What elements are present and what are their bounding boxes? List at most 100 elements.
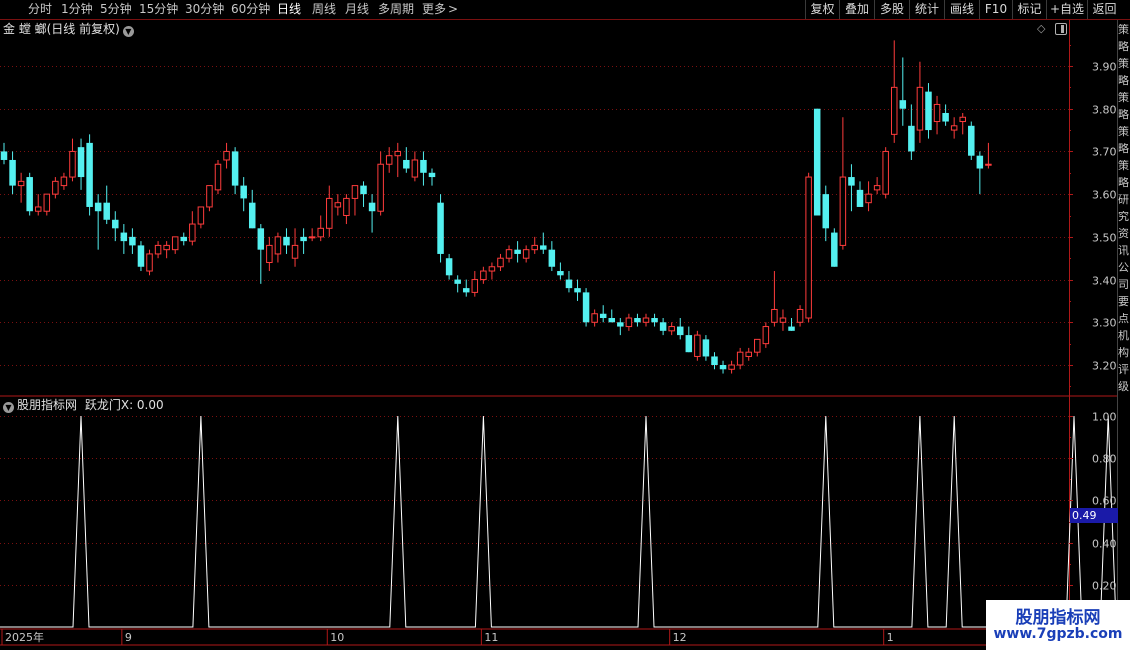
chevron-down-icon[interactable]: ▼ bbox=[3, 402, 14, 413]
time-tick-label: 10 bbox=[330, 631, 344, 644]
side-panel-char: 略 bbox=[1118, 143, 1129, 155]
candle-body-up bbox=[189, 223, 196, 242]
candle-body-down bbox=[711, 356, 718, 365]
candle-body-up bbox=[291, 244, 299, 259]
candle-body-down bbox=[617, 322, 624, 327]
candle-body-down bbox=[454, 279, 461, 284]
candle-body-up bbox=[728, 364, 735, 370]
time-axis: 2025年 9 10 11 12 1 bbox=[1, 629, 894, 645]
candle-body-up bbox=[762, 326, 770, 345]
candle-body-up bbox=[343, 197, 350, 217]
time-tick-label: 11 bbox=[484, 631, 498, 644]
side-panel-strip[interactable]: 策略策略策略策略策略研究资讯公司要点机构评级 bbox=[1118, 20, 1130, 632]
watermark-url: www.7gpzb.com bbox=[993, 626, 1123, 642]
candle-body-up bbox=[223, 150, 230, 161]
watermark-logo: 股朋指标网 www.7gpzb.com bbox=[986, 600, 1130, 650]
candle-body-up bbox=[531, 244, 538, 251]
candle-body-down bbox=[368, 202, 376, 212]
candle-body-up bbox=[916, 86, 924, 131]
side-panel-char: 级 bbox=[1118, 381, 1129, 393]
candle-body-down bbox=[86, 142, 93, 207]
cursor-value: 0.49 bbox=[1072, 509, 1097, 522]
candle-body-down bbox=[676, 326, 684, 336]
indicator-name: 股朋指标网 bbox=[17, 398, 78, 412]
candle-body-up bbox=[882, 150, 889, 195]
candle-body-up bbox=[377, 163, 384, 212]
indicator-line bbox=[0, 415, 1117, 628]
side-panel-char: 点 bbox=[1118, 313, 1129, 325]
candle-body-down bbox=[94, 202, 102, 212]
price-tick-label: 3.90 bbox=[1092, 61, 1117, 74]
time-tick-label: 12 bbox=[673, 631, 687, 644]
price-tick-label: 3.80 bbox=[1092, 104, 1117, 117]
side-panel-char: 公 bbox=[1118, 262, 1129, 274]
panel-toggle-icon[interactable] bbox=[1055, 23, 1067, 35]
candle-body-up bbox=[394, 150, 402, 157]
candle-body-down bbox=[788, 326, 795, 331]
price-tick-label: 3.70 bbox=[1092, 146, 1117, 159]
candle-body-up bbox=[933, 103, 941, 123]
candle-body-down bbox=[599, 313, 607, 319]
side-panel-char: 机 bbox=[1118, 330, 1129, 342]
chart-diamond-icon[interactable]: ◇ bbox=[1037, 22, 1045, 35]
candle-body-up bbox=[171, 236, 179, 251]
candle-body-down bbox=[9, 159, 16, 186]
candle-body-down bbox=[540, 245, 547, 250]
candle-body-down bbox=[899, 100, 907, 109]
candle-body-down bbox=[437, 202, 444, 254]
indicator-tick-label: 0.60 bbox=[1092, 495, 1117, 508]
candle-body-up bbox=[591, 313, 598, 323]
candle-body-up bbox=[736, 351, 744, 366]
candle-body-down bbox=[403, 159, 410, 169]
candle-body-down bbox=[702, 339, 710, 357]
candle-body-up bbox=[505, 249, 513, 259]
price-tick-label: 3.60 bbox=[1092, 189, 1117, 202]
side-panel-char: 策 bbox=[1118, 58, 1129, 70]
side-panel-char: 研 bbox=[1118, 194, 1129, 206]
candle-body-up bbox=[274, 236, 282, 255]
side-panel-char: 略 bbox=[1118, 177, 1129, 189]
candle-body-down bbox=[848, 177, 855, 186]
candle-body-up bbox=[52, 180, 59, 195]
candle-body-up bbox=[308, 236, 316, 239]
candle-body-up bbox=[334, 202, 342, 208]
candle-body-up bbox=[154, 244, 162, 255]
candle-body-up bbox=[745, 351, 752, 357]
side-panel-char: 策 bbox=[1118, 126, 1129, 138]
candle-body-up bbox=[69, 150, 76, 178]
chevron-down-icon[interactable]: ▼ bbox=[122, 26, 134, 37]
candle-body-down bbox=[120, 232, 128, 242]
side-panel-char: 策 bbox=[1118, 24, 1129, 36]
chart-canvas[interactable]: 3.20 3.30 3.40 3.50 3.60 3.70 3.80 3.90 0.20 0.40… bbox=[0, 0, 1130, 650]
candlestick-series bbox=[0, 40, 992, 374]
candle-body-down bbox=[137, 245, 145, 267]
candle-body-down bbox=[26, 177, 33, 212]
time-tick-label: 1 bbox=[887, 631, 894, 644]
candle-body-down bbox=[968, 125, 975, 156]
candle-body-up bbox=[839, 176, 847, 246]
candle-body-down bbox=[240, 185, 247, 199]
candle-body-up bbox=[805, 176, 812, 319]
candle-body-up bbox=[950, 125, 958, 131]
candle-body-up bbox=[890, 86, 898, 135]
candle-body-up bbox=[43, 193, 51, 212]
candle-body-down bbox=[462, 288, 470, 293]
indicator-series-label: 跃龙门X: 0.00 bbox=[84, 398, 164, 412]
candle-body-down bbox=[231, 151, 239, 186]
candle-body-up bbox=[522, 249, 530, 259]
candle-body-up bbox=[985, 163, 992, 166]
side-panel-char: 略 bbox=[1118, 75, 1129, 87]
side-panel-char: 略 bbox=[1118, 41, 1129, 53]
side-panel-char: 构 bbox=[1118, 347, 1129, 359]
candle-body-up bbox=[60, 176, 68, 187]
candle-body-up bbox=[480, 270, 487, 281]
candle-body-up bbox=[163, 244, 170, 251]
time-tick-label: 2025年 bbox=[5, 630, 44, 644]
price-tick-label: 3.20 bbox=[1092, 360, 1117, 373]
candle-body-down bbox=[659, 322, 667, 331]
side-panel-char: 评 bbox=[1118, 364, 1129, 376]
indicator-tick-label: 0.40 bbox=[1092, 538, 1117, 551]
candle-body-down bbox=[976, 155, 984, 169]
candle-body-down bbox=[0, 151, 8, 160]
cursor-value-badge: 0.49 bbox=[1070, 508, 1118, 523]
